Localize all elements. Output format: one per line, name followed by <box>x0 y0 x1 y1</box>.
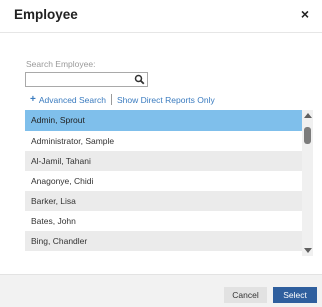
scrollbar[interactable] <box>302 110 313 256</box>
employee-list-item[interactable]: Al-Jamil, Tahani <box>25 151 302 171</box>
scrollbar-thumb[interactable] <box>304 127 311 144</box>
employee-list-item[interactable]: Bates, John <box>25 211 302 231</box>
employee-list-item[interactable]: Bing, Chandler <box>25 231 302 251</box>
search-label: Search Employee: <box>26 59 96 69</box>
employee-list-item[interactable]: Administrator, Sample <box>25 131 302 151</box>
search-input[interactable] <box>26 77 134 89</box>
dialog-header: Employee × <box>0 0 322 33</box>
search-icon[interactable] <box>134 74 145 85</box>
plus-icon[interactable]: + <box>30 94 36 105</box>
search-links: + Advanced Search Show Direct Reports On… <box>30 94 215 105</box>
employee-list-item[interactable]: Barker, Lisa <box>25 191 302 211</box>
select-button[interactable]: Select <box>273 287 317 303</box>
direct-reports-link[interactable]: Show Direct Reports Only <box>117 95 215 105</box>
employee-list-item[interactable]: Admin, Sprout <box>25 110 302 131</box>
scroll-up-arrow-icon[interactable] <box>304 113 312 118</box>
employee-rows: Admin, Sprout Administrator, Sample Al-Jam… <box>25 110 302 256</box>
cancel-button[interactable]: Cancel <box>224 287 267 303</box>
employee-list[interactable]: Admin, Sprout Administrator, Sample Al-Jam… <box>25 110 313 256</box>
search-field[interactable] <box>25 72 148 89</box>
advanced-search-link[interactable]: Advanced Search <box>39 95 106 105</box>
scroll-down-arrow-icon[interactable] <box>304 248 312 253</box>
dialog-title: Employee <box>14 7 78 22</box>
employee-list-item[interactable]: Anagonye, Chidi <box>25 171 302 191</box>
close-icon[interactable]: × <box>301 6 309 22</box>
link-divider <box>110 94 112 105</box>
dialog-footer: Cancel Select <box>0 274 322 307</box>
employee-list-item[interactable]: Buckley, Jonah <box>25 251 302 256</box>
